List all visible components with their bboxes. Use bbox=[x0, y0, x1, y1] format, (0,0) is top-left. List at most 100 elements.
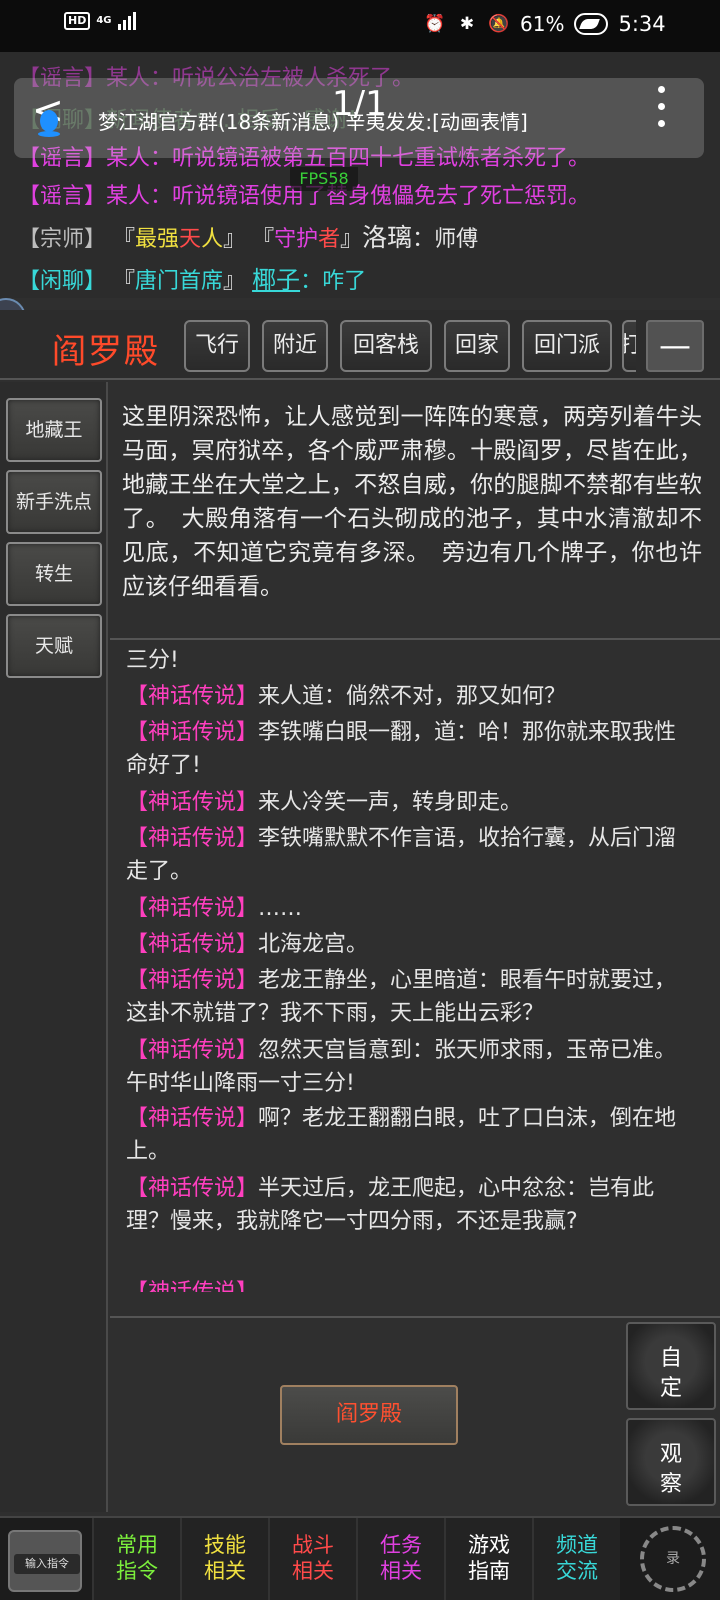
log-text: 来人道：倘然不对，那又如何？ bbox=[258, 684, 567, 709]
tab-label: 游戏 bbox=[468, 1533, 510, 1557]
npc-rebirth[interactable]: 转生 bbox=[6, 542, 102, 606]
tab-channels[interactable]: 频道 交流 bbox=[532, 1518, 620, 1600]
bottom-bar: 输入指令 常用 指令 技能 相关 战斗 相关 任务 相关 游戏 指南 频道 交流… bbox=[0, 1516, 720, 1600]
tab-quests[interactable]: 任务 相关 bbox=[356, 1518, 444, 1600]
fly-button[interactable]: 飞行 bbox=[184, 320, 250, 372]
signal-icon bbox=[117, 12, 136, 30]
log-line: 【神话传说】李铁嘴白眼一翻，道：哈！那你就来取我性命好了! bbox=[126, 716, 696, 782]
network-type: 4G bbox=[96, 15, 112, 26]
qq-notification[interactable]: < 1/1 梦江湖官方群(18条新消息) 辛夷发发:[动画表情] bbox=[14, 78, 704, 158]
tab-common-commands[interactable]: 常用 指令 bbox=[92, 1518, 180, 1600]
log-tag: 【神话传说】 bbox=[126, 720, 259, 745]
log-line: 【神话传说】 bbox=[126, 1276, 696, 1292]
log-text: 来人冷笑一声，转身即走。 bbox=[258, 790, 523, 815]
status-left: HD 4G bbox=[64, 12, 136, 30]
log-line: 【神话传说】忽然天宫旨意到：张天师求雨，玉帝已准。午时华山降雨一寸三分! bbox=[126, 1034, 696, 1100]
chat-tag: 【宗师】 bbox=[18, 227, 107, 252]
tab-label: 指南 bbox=[468, 1559, 510, 1583]
log-line: 【神话传说】啊？老龙王翻翻白眼，吐了口白沫，倒在地上。 bbox=[126, 1102, 696, 1168]
title-bracket: 』 bbox=[340, 227, 363, 252]
log-tag: 【神话传说】 bbox=[126, 932, 259, 957]
notification-text: 梦江湖官方群(18条新消息) 辛夷发发:[动画表情] bbox=[98, 110, 528, 134]
mute-icon: 🔕 bbox=[488, 14, 510, 34]
divider bbox=[110, 1316, 720, 1318]
player-name[interactable]: 洛璃 bbox=[362, 223, 412, 252]
log-tag: 【神话传说】 bbox=[126, 1280, 258, 1292]
npc-reset-points[interactable]: 新手洗点 bbox=[6, 470, 102, 534]
fps-counter: FPS58 bbox=[290, 167, 358, 191]
hd-icon: HD bbox=[64, 12, 91, 30]
location-exit-button[interactable]: 阎罗殿 bbox=[280, 1385, 458, 1445]
log-tag: 【神话传说】 bbox=[126, 684, 259, 709]
log-tag: 【神话传说】 bbox=[126, 968, 259, 993]
title-part: 者 bbox=[318, 227, 341, 252]
title-bracket: 』 bbox=[223, 227, 246, 252]
tab-label: 任务 bbox=[380, 1533, 422, 1557]
chat-line-idle: 【闲聊】 『唐门首席』 椰子：咋了 bbox=[18, 260, 366, 295]
log-text: 北海龙宫。 bbox=[258, 932, 369, 957]
input-command-button[interactable]: 输入指令 bbox=[8, 1530, 82, 1592]
settings-gear-icon[interactable]: 录 bbox=[640, 1526, 706, 1592]
battery-icon bbox=[574, 13, 609, 35]
location-title: 阎罗殿 bbox=[52, 332, 160, 372]
tab-game-guide[interactable]: 游戏 指南 bbox=[444, 1518, 532, 1600]
log-text: …… bbox=[258, 896, 303, 921]
status-bar: HD 4G ⏰ ✱ 🔕 61% 5:34 bbox=[0, 0, 720, 52]
log-line: 【神话传说】来人冷笑一声，转身即走。 bbox=[126, 786, 696, 819]
log-line: 【神话传说】半天过后，龙王爬起，心中忿忿：岂有此理？慢来，我就降它一寸四分雨，不… bbox=[126, 1172, 696, 1238]
room-description: 这里阴深恐怖，让人感觉到一阵阵的寒意，两旁列着牛头马面，冥府狱卒，各个威严肃穆。… bbox=[122, 404, 702, 600]
title-part: 人 bbox=[201, 227, 224, 252]
log-tag: 【神话传说】 bbox=[126, 826, 259, 851]
story-log[interactable]: 三分! 【神话传说】来人道：倘然不对，那又如何？ 【神话传说】李铁嘴白眼一翻，道… bbox=[110, 642, 720, 1304]
tab-label: 相关 bbox=[204, 1559, 246, 1583]
tab-skills[interactable]: 技能 相关 bbox=[180, 1518, 268, 1600]
title-bracket: 』 bbox=[223, 269, 246, 294]
title-part: 天 bbox=[179, 227, 202, 252]
return-sect-button[interactable]: 回门派 bbox=[522, 320, 612, 372]
tab-label: 相关 bbox=[292, 1559, 334, 1583]
chat-text: ：咋了 bbox=[300, 269, 367, 294]
log-line: 【神话传说】来人道：倘然不对，那又如何？ bbox=[126, 680, 696, 713]
more-action-button[interactable]: 打 bbox=[622, 320, 636, 372]
custom-button[interactable]: 自 定 bbox=[626, 1322, 716, 1410]
tab-label: 相关 bbox=[380, 1559, 422, 1583]
alarm-icon: ⏰ bbox=[424, 14, 446, 34]
log-line: 【神话传说】李铁嘴默默不作言语，收拾行囊，从后门溜走了。 bbox=[126, 822, 696, 888]
tab-combat[interactable]: 战斗 相关 bbox=[268, 1518, 356, 1600]
return-home-button[interactable]: 回家 bbox=[444, 320, 510, 372]
log-line: 三分! bbox=[126, 648, 179, 673]
input-command-label: 输入指令 bbox=[14, 1554, 80, 1574]
tab-label: 战斗 bbox=[292, 1533, 334, 1557]
location-bar: 阎罗殿 飞行 附近 回客栈 回家 回门派 打 — bbox=[0, 310, 720, 380]
player-name[interactable]: 椰子 bbox=[252, 266, 300, 294]
tab-label: 技能 bbox=[204, 1533, 246, 1557]
log-line: 【神话传说】北海龙宫。 bbox=[126, 928, 696, 961]
log-tag: 【神话传说】 bbox=[126, 790, 259, 815]
observe-label: 观 bbox=[659, 1442, 682, 1467]
custom-label: 自 bbox=[659, 1346, 682, 1371]
npc-talent[interactable]: 天赋 bbox=[6, 614, 102, 678]
more-options-icon[interactable] bbox=[658, 86, 666, 137]
title-bracket: 『 bbox=[113, 269, 136, 294]
title-part: 唐门首席 bbox=[135, 269, 224, 294]
collapse-button[interactable]: — bbox=[646, 320, 704, 372]
log-tag: 【神话传说】 bbox=[126, 896, 259, 921]
chat-text: ：师傅 bbox=[412, 227, 479, 252]
tab-label: 频道 bbox=[556, 1533, 598, 1557]
bluetooth-icon: ✱ bbox=[459, 14, 475, 34]
status-right: ⏰ ✱ 🔕 61% 5:34 bbox=[424, 12, 665, 36]
return-inn-button[interactable]: 回客栈 bbox=[340, 320, 432, 372]
battery-percent: 61% bbox=[520, 12, 565, 36]
log-tag: 【神话传说】 bbox=[126, 1038, 259, 1063]
npc-dizangwang[interactable]: 地藏王 bbox=[6, 398, 102, 462]
observe-label: 察 bbox=[659, 1472, 682, 1497]
observe-button[interactable]: 观 察 bbox=[626, 1418, 716, 1506]
title-bracket: 『 bbox=[113, 227, 136, 252]
chat-tag: 【闲聊】 bbox=[18, 269, 107, 294]
tab-label: 指令 bbox=[116, 1559, 158, 1583]
tab-label: 交流 bbox=[556, 1559, 598, 1583]
log-tag: 【神话传说】 bbox=[126, 1176, 259, 1201]
tab-label: 常用 bbox=[116, 1533, 158, 1557]
nearby-button[interactable]: 附近 bbox=[262, 320, 328, 372]
log-line: 【神话传说】…… bbox=[126, 892, 696, 925]
